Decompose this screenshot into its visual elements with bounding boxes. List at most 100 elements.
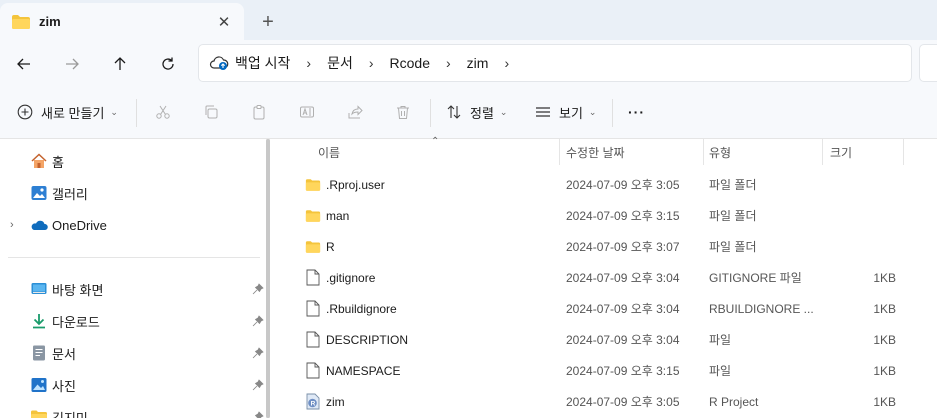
paste-button[interactable]: [251, 98, 267, 126]
forward-button[interactable]: [56, 48, 88, 80]
up-button[interactable]: [104, 48, 136, 80]
sort-ascending-icon: ⌃: [431, 136, 440, 147]
file-list: ⌃ 이름 수정한 날짜 유형 크기 .Rproj.user 2024-07-09…: [285, 136, 937, 418]
refresh-button[interactable]: [152, 48, 184, 80]
file-row[interactable]: man 2024-07-09 오후 3:15 파일 폴더: [285, 200, 937, 231]
download-icon: [30, 312, 48, 330]
sidebar-item-label: OneDrive: [52, 217, 107, 233]
file-date: 2024-07-09 오후 3:05: [566, 395, 680, 409]
address-bar[interactable]: 백업 시작 › 문서 › Rcode › zim ›: [198, 44, 912, 82]
sort-button-label: 정렬: [470, 105, 494, 121]
new-tab-button[interactable]: +: [254, 8, 282, 36]
file-row[interactable]: .Rbuildignore 2024-07-09 오후 3:04 RBUILDI…: [285, 293, 937, 324]
file-name: .gitignore: [326, 270, 376, 285]
chevron-right-icon[interactable]: ›: [369, 55, 374, 71]
more-options-button[interactable]: ···: [628, 98, 645, 126]
sort-button[interactable]: 정렬 ⌄: [446, 98, 507, 126]
delete-button[interactable]: [395, 98, 411, 126]
file-row[interactable]: R 2024-07-09 오후 3:07 파일 폴더: [285, 231, 937, 262]
onedrive-icon: [30, 216, 48, 234]
cut-button[interactable]: [155, 98, 171, 126]
svg-text:R: R: [311, 400, 316, 407]
pin-icon[interactable]: [252, 411, 264, 418]
sidebar-item-pictures[interactable]: 사진: [0, 371, 270, 399]
search-box[interactable]: [919, 44, 937, 82]
column-divider[interactable]: [703, 139, 704, 165]
pictures-icon: [30, 376, 48, 394]
sidebar-item-documents[interactable]: 문서: [0, 339, 270, 367]
breadcrumb-item-backup[interactable]: 백업 시작: [235, 53, 290, 73]
copy-icon: [205, 105, 218, 119]
file-name: .Rbuildignore: [326, 301, 397, 316]
pin-icon[interactable]: [252, 347, 264, 359]
sidebar-item-user-folder[interactable]: 김지민: [0, 403, 270, 418]
folder-icon: [305, 177, 321, 193]
plus-circle-icon: [17, 104, 33, 120]
sidebar-item-desktop[interactable]: 바탕 화면: [0, 275, 270, 303]
file-date: 2024-07-09 오후 3:04: [566, 302, 680, 316]
back-button[interactable]: [8, 48, 40, 80]
sidebar-item-label: 다운로드: [52, 314, 100, 330]
sidebar-item-onedrive[interactable]: › OneDrive: [0, 211, 270, 239]
file-row[interactable]: .gitignore 2024-07-09 오후 3:04 GITIGNORE …: [285, 262, 937, 293]
sidebar-scrollbar-thumb[interactable]: [266, 139, 270, 418]
refresh-icon: [162, 57, 174, 70]
file-type: 파일 폴더: [709, 240, 757, 254]
breadcrumb-item-documents[interactable]: 문서: [327, 53, 353, 73]
file-row[interactable]: R zim 2024-07-09 오후 3:05 R Project 1KB: [285, 386, 937, 417]
file-type: 파일 폴더: [709, 178, 757, 192]
share-button[interactable]: [347, 98, 363, 126]
file-row[interactable]: DESCRIPTION 2024-07-09 오후 3:04 파일 1KB: [285, 324, 937, 355]
divider: [612, 99, 613, 127]
trash-icon: [397, 106, 409, 119]
file-icon: [305, 331, 321, 348]
chevron-right-icon[interactable]: ›: [504, 55, 509, 71]
view-button-label: 보기: [559, 105, 583, 121]
arrow-up-icon: [114, 57, 126, 70]
pin-icon[interactable]: [252, 283, 264, 295]
view-button[interactable]: 보기 ⌄: [535, 98, 596, 126]
file-row[interactable]: NAMESPACE 2024-07-09 오후 3:15 파일 1KB: [285, 355, 937, 386]
new-button[interactable]: 새로 만들기 ⌄: [17, 98, 118, 126]
clipboard-icon: [253, 105, 265, 120]
folder-icon: [12, 14, 30, 29]
chevron-right-icon[interactable]: ›: [446, 55, 451, 71]
breadcrumb-item-rcode[interactable]: Rcode: [390, 55, 430, 71]
file-date: 2024-07-09 오후 3:04: [566, 271, 680, 285]
sidebar-item-label: 문서: [52, 346, 76, 362]
sidebar-item-home[interactable]: 홈: [0, 147, 270, 175]
close-tab-button[interactable]: ✕: [210, 8, 238, 36]
tab-zim[interactable]: zim ✕: [0, 3, 244, 40]
sidebar-divider: [8, 257, 260, 258]
document-icon: [30, 344, 48, 362]
column-header-type[interactable]: 유형: [709, 139, 731, 166]
new-button-label: 새로 만들기: [41, 105, 105, 121]
file-name: man: [326, 208, 350, 223]
copy-button[interactable]: [203, 98, 219, 126]
column-header-name[interactable]: 이름: [318, 139, 340, 166]
sidebar-item-label: 갤러리: [52, 186, 88, 202]
file-name: NAMESPACE: [326, 363, 401, 378]
chevron-right-icon[interactable]: ›: [10, 219, 14, 231]
column-divider[interactable]: [559, 139, 560, 165]
file-type: RBUILDIGNORE ...: [709, 301, 814, 316]
column-header-size[interactable]: 크기: [830, 139, 852, 166]
scissors-icon: [156, 105, 170, 119]
content-area: 홈 갤러리 › OneDrive 바탕 화면 다운로드 문서 사진 김지민 ⌃ …: [0, 136, 937, 418]
chevron-down-icon: ⌄: [588, 106, 597, 117]
column-divider[interactable]: [822, 139, 823, 165]
desktop-icon: [30, 280, 48, 298]
column-header-date[interactable]: 수정한 날짜: [566, 139, 625, 166]
breadcrumb: 백업 시작: [209, 53, 290, 73]
chevron-right-icon[interactable]: ›: [306, 55, 311, 71]
file-row[interactable]: .Rproj.user 2024-07-09 오후 3:05 파일 폴더: [285, 169, 937, 200]
pin-icon[interactable]: [252, 315, 264, 327]
pin-icon[interactable]: [252, 379, 264, 391]
rename-button[interactable]: [299, 98, 315, 126]
column-divider[interactable]: [903, 139, 904, 165]
file-icon: [305, 362, 321, 379]
sidebar-item-downloads[interactable]: 다운로드: [0, 307, 270, 335]
sidebar-item-gallery[interactable]: 갤러리: [0, 179, 270, 207]
cloud-backup-icon: [209, 56, 229, 70]
breadcrumb-item-zim[interactable]: zim: [467, 55, 489, 71]
